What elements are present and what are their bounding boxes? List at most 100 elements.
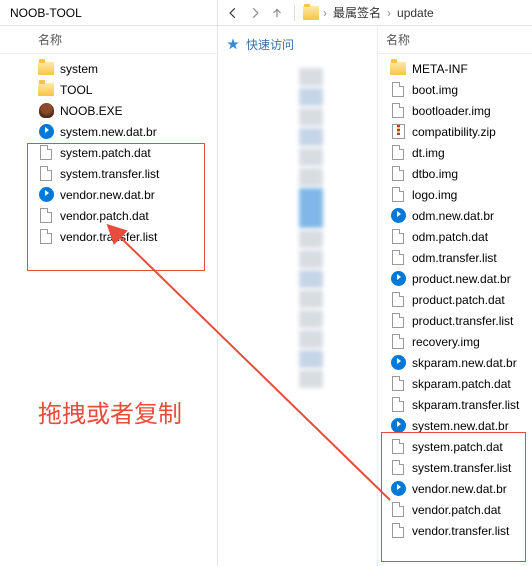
file-name: skparam.transfer.list	[412, 398, 519, 412]
file-item[interactable]: odm.new.dat.br	[382, 205, 532, 226]
file-item[interactable]: dt.img	[382, 142, 532, 163]
file-name: dt.img	[412, 146, 445, 160]
back-icon[interactable]	[224, 4, 242, 22]
file-list-left: system TOOL NOOB.EXE system.new.dat.br syste…	[0, 54, 217, 566]
file-item[interactable]: system.new.dat.br	[382, 415, 532, 436]
file-icon	[390, 376, 406, 392]
file-name: odm.patch.dat	[412, 230, 488, 244]
file-item[interactable]: system.patch.dat	[0, 142, 217, 163]
file-icon	[390, 334, 406, 350]
file-item[interactable]: bootloader.img	[382, 100, 532, 121]
file-icon	[390, 502, 406, 518]
file-item[interactable]: recovery.img	[382, 331, 532, 352]
file-name: bootloader.img	[412, 104, 491, 118]
file-item[interactable]: skparam.patch.dat	[382, 373, 532, 394]
breadcrumb-segment[interactable]: update	[395, 6, 436, 20]
file-name: product.transfer.list	[412, 314, 513, 328]
left-explorer-pane: NOOB-TOOL 名称 system TOOL NOOB.EXE system.ne…	[0, 0, 218, 566]
br-icon	[390, 355, 406, 371]
file-name: system.new.dat.br	[412, 419, 509, 433]
file-icon	[390, 460, 406, 476]
file-item[interactable]: system.new.dat.br	[0, 121, 217, 142]
file-item[interactable]: boot.img	[382, 79, 532, 100]
file-name: system.patch.dat	[60, 146, 151, 160]
file-item[interactable]: system.patch.dat	[382, 436, 532, 457]
file-item[interactable]: system.transfer.list	[382, 457, 532, 478]
file-item[interactable]: odm.patch.dat	[382, 226, 532, 247]
drag-annotation-label: 拖拽或者复制	[38, 394, 182, 429]
file-item[interactable]: system.transfer.list	[0, 163, 217, 184]
file-name: META-INF	[412, 62, 468, 76]
file-icon	[38, 229, 54, 245]
folder-icon	[38, 82, 54, 98]
quick-access-item[interactable]: 快速访问	[226, 32, 377, 56]
file-item[interactable]: skparam.new.dat.br	[382, 352, 532, 373]
navigation-sidebar: 快速访问	[218, 26, 378, 566]
column-header-name-left[interactable]: 名称	[0, 26, 217, 54]
br-icon	[38, 187, 54, 203]
file-icon	[390, 250, 406, 266]
file-icon	[38, 166, 54, 182]
file-icon	[390, 439, 406, 455]
file-item[interactable]: compatibility.zip	[382, 121, 532, 142]
file-name: dtbo.img	[412, 167, 458, 181]
file-item[interactable]: logo.img	[382, 184, 532, 205]
quick-access-label: 快速访问	[246, 36, 294, 53]
file-name: vendor.new.dat.br	[60, 188, 155, 202]
file-name: system.new.dat.br	[60, 125, 157, 139]
file-item[interactable]: product.new.dat.br	[382, 268, 532, 289]
file-icon	[390, 229, 406, 245]
br-icon	[390, 418, 406, 434]
file-name: skparam.new.dat.br	[412, 356, 517, 370]
file-item[interactable]: dtbo.img	[382, 163, 532, 184]
file-name: odm.transfer.list	[412, 251, 497, 265]
window-title: NOOB-TOOL	[0, 0, 217, 26]
file-icon	[390, 103, 406, 119]
file-name: system.transfer.list	[412, 461, 511, 475]
br-icon	[390, 271, 406, 287]
folder-icon	[38, 61, 54, 77]
file-item[interactable]: product.transfer.list	[382, 310, 532, 331]
file-item[interactable]: vendor.transfer.list	[382, 520, 532, 541]
file-list-right: META-INF boot.img bootloader.img compatibil…	[378, 54, 532, 566]
file-item[interactable]: skparam.transfer.list	[382, 394, 532, 415]
file-name: vendor.transfer.list	[412, 524, 509, 538]
file-icon	[390, 145, 406, 161]
chevron-right-icon[interactable]: ›	[323, 6, 327, 20]
nav-separator	[294, 5, 295, 21]
file-name: skparam.patch.dat	[412, 377, 511, 391]
file-name: product.new.dat.br	[412, 272, 511, 286]
chevron-right-icon[interactable]: ›	[387, 6, 391, 20]
up-icon[interactable]	[268, 4, 286, 22]
forward-icon[interactable]	[246, 4, 264, 22]
file-item[interactable]: TOOL	[0, 79, 217, 100]
file-item[interactable]: vendor.patch.dat	[382, 499, 532, 520]
right-explorer-pane: › 最属签名 › update 快速访问 名	[218, 0, 532, 566]
file-icon	[390, 187, 406, 203]
file-name: system	[60, 62, 98, 76]
file-name: product.patch.dat	[412, 293, 505, 307]
file-name: TOOL	[60, 83, 92, 97]
column-header-name-right[interactable]: 名称	[378, 26, 532, 54]
breadcrumb-segment[interactable]: 最属签名	[331, 4, 383, 21]
file-item[interactable]: system	[0, 58, 217, 79]
file-item[interactable]: vendor.new.dat.br	[382, 478, 532, 499]
file-icon	[38, 208, 54, 224]
file-name: vendor.new.dat.br	[412, 482, 507, 496]
file-item[interactable]: product.patch.dat	[382, 289, 532, 310]
file-icon	[390, 313, 406, 329]
breadcrumb-folder-icon[interactable]	[303, 5, 319, 21]
file-name: recovery.img	[412, 335, 480, 349]
file-name: system.transfer.list	[60, 167, 159, 181]
file-item[interactable]: vendor.new.dat.br	[0, 184, 217, 205]
file-item[interactable]: NOOB.EXE	[0, 100, 217, 121]
file-item[interactable]: vendor.transfer.list	[0, 226, 217, 247]
file-icon	[390, 397, 406, 413]
file-item[interactable]: odm.transfer.list	[382, 247, 532, 268]
file-item[interactable]: META-INF	[382, 58, 532, 79]
file-name: system.patch.dat	[412, 440, 503, 454]
file-name: vendor.patch.dat	[60, 209, 149, 223]
exe-icon	[38, 103, 54, 119]
br-icon	[38, 124, 54, 140]
file-item[interactable]: vendor.patch.dat	[0, 205, 217, 226]
